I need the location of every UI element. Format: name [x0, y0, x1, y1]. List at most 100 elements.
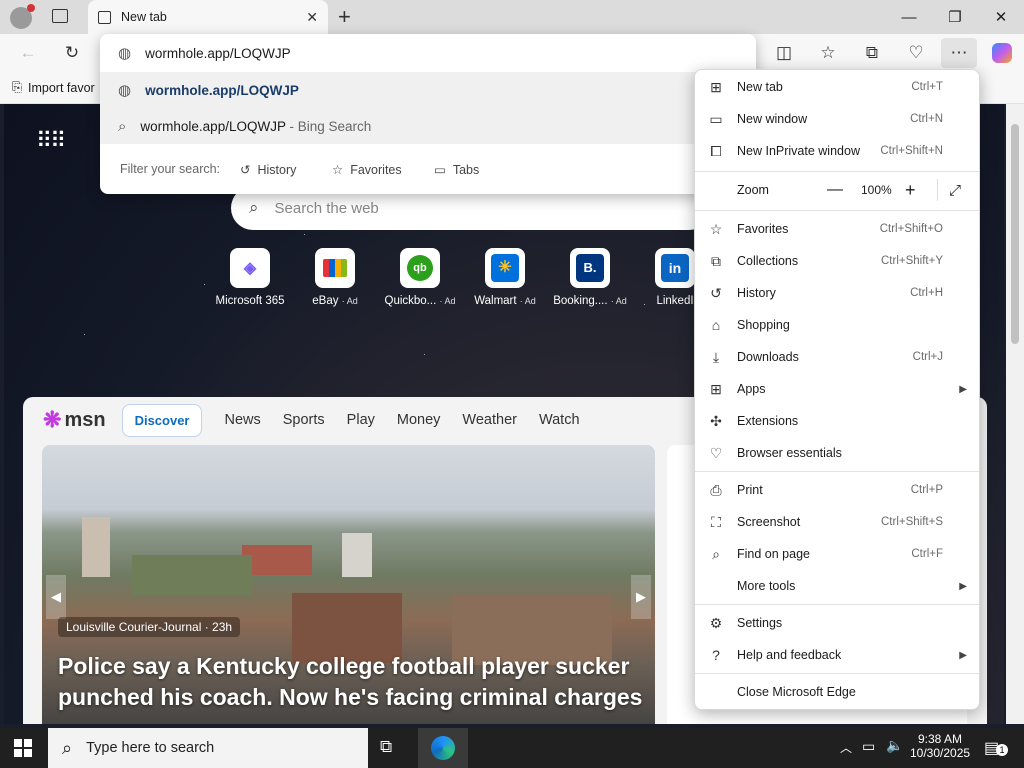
menu-item-settings[interactable]: ⚙ Settings [695, 607, 979, 639]
zoom-value: 100% [861, 183, 892, 197]
scroll-thumb[interactable] [1011, 124, 1019, 344]
menu-item-apps[interactable]: ⊞ Apps ▶ [695, 373, 979, 405]
shortcut-ebay[interactable]: eBay · Ad [295, 248, 375, 307]
help-icon: ? [712, 647, 720, 663]
close-window-button[interactable]: ✕ [978, 0, 1024, 34]
tabs-icon: ▭ [434, 163, 446, 177]
menu-item-history[interactable]: ↺ History Ctrl+H [695, 277, 979, 309]
windows-start-icon[interactable] [14, 739, 32, 757]
browser-essentials-icon[interactable]: ♡ [898, 34, 934, 72]
collections-icon: ⧉ [711, 252, 721, 269]
menu-label: Close Microsoft Edge [737, 685, 856, 699]
menu-item-print[interactable]: ⎙ Print Ctrl+P [695, 474, 979, 506]
clock[interactable]: 9:38 AM 10/30/2025 [910, 732, 970, 760]
suggestion-search[interactable]: ⌕ wormhole.app/LOQWJP - Bing Search [100, 108, 756, 144]
menu-item-close-edge[interactable]: Close Microsoft Edge [695, 676, 979, 708]
close-tab-icon[interactable]: ✕ [306, 9, 318, 26]
globe-icon: ◍ [118, 82, 132, 99]
carousel-next-icon[interactable]: ▶ [631, 575, 651, 619]
menu-item-downloads[interactable]: ⤓ Downloads Ctrl+J [695, 341, 979, 373]
screenshot-icon: ⛶ [711, 513, 721, 530]
network-icon[interactable]: ▭ [862, 738, 875, 755]
tab-news[interactable]: News [224, 412, 260, 428]
suggestion-url[interactable]: ◍ wormhole.app/LOQWJP [100, 72, 756, 108]
show-hidden-icons[interactable]: ︿ [840, 739, 852, 756]
tab-discover[interactable]: Discover [121, 403, 203, 437]
menu-item-collections[interactable]: ⧉ Collections Ctrl+Shift+Y [695, 245, 979, 277]
menu-label: New InPrivate window [737, 144, 860, 158]
menu-item-new-tab[interactable]: ⊞ New tab Ctrl+T [695, 71, 979, 103]
filter-favorites[interactable]: ☆ Favorites [332, 162, 402, 178]
settings-more-icon[interactable]: ⋯ [941, 38, 977, 68]
edge-taskbar-icon[interactable] [418, 728, 468, 768]
copilot-icon[interactable] [984, 34, 1020, 72]
tab-money[interactable]: Money [397, 412, 441, 428]
settings-menu: ⊞ New tab Ctrl+T ▭ New window Ctrl+N ⧠ New In… [694, 69, 980, 710]
filter-tabs[interactable]: ▭ Tabs [434, 162, 479, 178]
filter-history[interactable]: ↺ History [240, 162, 296, 178]
menu-item-shopping[interactable]: ⌂ Shopping [695, 309, 979, 341]
favorite-star-icon[interactable]: ☆ [810, 34, 846, 72]
menu-shortcut: Ctrl+F [911, 548, 943, 560]
menu-item-screenshot[interactable]: ⛶ Screenshot Ctrl+Shift+S [695, 506, 979, 538]
refresh-icon[interactable]: ↻ [54, 34, 90, 72]
menu-item-more-tools[interactable]: More tools ▶ [695, 570, 979, 602]
import-icon: ⎘ [12, 80, 23, 94]
fullscreen-icon[interactable]: ⤢ [949, 182, 961, 199]
task-view-icon[interactable]: ⧉ [380, 737, 392, 757]
microsoft-365-icon: ◈ [230, 248, 270, 288]
menu-item-browser-essentials[interactable]: ♡ Browser essentials [695, 437, 979, 469]
tab-new-tab[interactable]: New tab ✕ [88, 0, 328, 34]
tab-title: New tab [121, 10, 167, 24]
split-screen-icon[interactable]: ◫ [766, 34, 802, 72]
tab-play[interactable]: Play [347, 412, 375, 428]
submenu-arrow-icon: ▶ [959, 649, 967, 661]
carousel-prev-icon[interactable]: ◀ [46, 575, 66, 619]
page-scrollbar[interactable] [1006, 104, 1024, 724]
minimize-button[interactable]: — [886, 0, 932, 34]
hero-source: Louisville Courier-Journal · 23h [58, 617, 241, 637]
menu-item-extensions[interactable]: ✣ Extensions [695, 405, 979, 437]
tab-sports[interactable]: Sports [283, 412, 325, 428]
ad-label: · Ad [341, 296, 358, 306]
menu-item-new-window[interactable]: ▭ New window Ctrl+N [695, 103, 979, 135]
menu-item-help[interactable]: ? Help and feedback ▶ [695, 639, 979, 671]
web-search-placeholder: Search the web [274, 199, 379, 217]
shortcut-quickbooks[interactable]: qb Quickbo... · Ad [380, 248, 460, 307]
notifications-icon[interactable]: ▤ 1 [984, 738, 1008, 758]
restore-button[interactable]: ❐ [932, 0, 978, 34]
history-icon: ↺ [710, 284, 722, 301]
taskbar-search-placeholder: Type here to search [86, 740, 215, 756]
shortcut-microsoft-365[interactable]: ◈ Microsoft 365 [210, 248, 290, 307]
msn-nav: ❋ msn Discover News Sports Play Money We… [23, 397, 712, 443]
volume-icon[interactable]: 🔈 [886, 737, 903, 754]
import-favorites-item[interactable]: ⎘ Import favor [12, 80, 95, 95]
hero-headline[interactable]: Police say a Kentucky college football p… [58, 651, 648, 713]
new-tab-plus-icon[interactable]: + [338, 4, 351, 30]
menu-item-favorites[interactable]: ☆ Favorites Ctrl+Shift+O [695, 213, 979, 245]
taskbar-search[interactable]: ⌕ Type here to search [48, 728, 368, 768]
menu-item-inprivate[interactable]: ⧠ New InPrivate window Ctrl+Shift+N [695, 135, 979, 167]
tab-watch[interactable]: Watch [539, 412, 580, 428]
apps-icon: ⊞ [710, 380, 722, 397]
menu-label: Downloads [737, 350, 799, 364]
search-icon: ⌕ [62, 737, 73, 758]
zoom-out-icon[interactable]: — [827, 181, 843, 199]
back-icon[interactable]: ← [10, 34, 46, 72]
hero-article[interactable]: ◀ ▶ Louisville Courier-Journal · 23h Pol… [42, 445, 655, 724]
msn-logo[interactable]: ❋ msn [43, 407, 106, 433]
menu-item-find[interactable]: ⌕ Find on page Ctrl+F [695, 538, 979, 570]
tab-actions-icon[interactable] [52, 9, 68, 23]
search-icon: ⌕ [249, 198, 259, 217]
shortcut-walmart[interactable]: ✳ Walmart · Ad [465, 248, 545, 307]
zoom-in-icon[interactable]: + [905, 180, 916, 201]
filter-label: Filter your search: [120, 162, 221, 176]
tab-weather[interactable]: Weather [462, 412, 517, 428]
menu-label: Find on page [737, 547, 810, 561]
window-icon: ▭ [709, 110, 723, 127]
apps-launcher-icon[interactable]: ⠿⠿ [36, 128, 66, 154]
profile-avatar-icon[interactable] [10, 4, 35, 29]
address-input[interactable]: ◍ wormhole.app/LOQWJP [100, 34, 756, 72]
shortcut-booking[interactable]: B. Booking.... · Ad [550, 248, 630, 307]
collections-toolbar-icon[interactable]: ⧉ [854, 34, 890, 72]
